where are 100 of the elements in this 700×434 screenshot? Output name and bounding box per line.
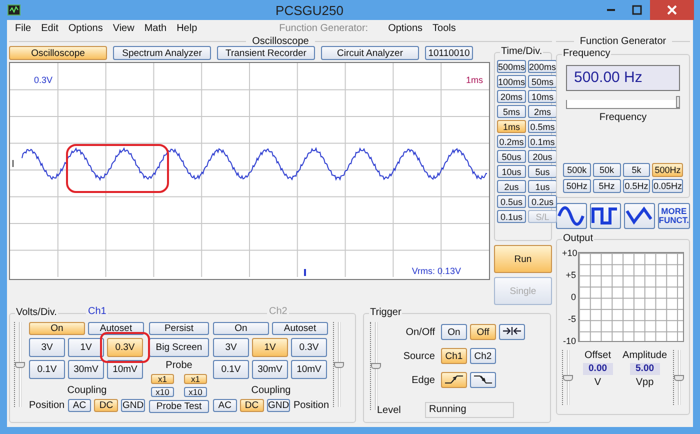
tab[interactable]: Circuit Analyzer xyxy=(321,46,419,60)
tab[interactable]: Oscilloscope xyxy=(9,46,107,60)
range-button[interactable]: 0.3V xyxy=(291,338,327,357)
menu-item[interactable]: Options xyxy=(63,22,108,34)
coupling-button[interactable]: GND xyxy=(266,399,290,412)
range-button[interactable]: 50k xyxy=(592,163,621,177)
time-button[interactable]: 5us xyxy=(528,165,558,178)
range-button[interactable]: 10mV xyxy=(291,360,327,379)
time-button[interactable]: 0.2us xyxy=(528,195,558,208)
edge-button[interactable] xyxy=(441,372,467,388)
coupling-button[interactable]: AC xyxy=(213,399,237,412)
probe-test-button[interactable]: Probe Test xyxy=(149,400,209,413)
range-button[interactable]: 0.3V xyxy=(107,338,143,357)
value-field[interactable]: 5.00 xyxy=(630,363,660,375)
time-button[interactable]: 50ms xyxy=(528,75,558,88)
range-button[interactable]: 0.5Hz xyxy=(622,179,650,193)
time-readout: 1ms xyxy=(466,75,483,85)
menu-item[interactable]: Options xyxy=(383,22,428,34)
time-button[interactable]: 20us xyxy=(528,150,558,163)
time-button[interactable]: 10ms xyxy=(528,90,558,103)
time-button[interactable]: 10us xyxy=(497,165,526,178)
menu-item[interactable]: Help xyxy=(172,22,202,34)
time-button[interactable]: 0.1ms xyxy=(528,135,558,148)
slider-thumb[interactable] xyxy=(674,374,684,380)
range-button[interactable]: 1V xyxy=(252,338,288,357)
menu-item[interactable]: File xyxy=(10,22,36,34)
time-button[interactable]: 100ms xyxy=(497,75,526,88)
slider-thumb[interactable] xyxy=(15,362,25,368)
button[interactable]: On xyxy=(213,322,269,335)
persist-button[interactable]: Persist xyxy=(149,322,209,335)
center-button[interactable] xyxy=(499,324,525,340)
range-button[interactable]: 30mV xyxy=(68,360,104,379)
app-icon xyxy=(7,3,21,17)
probe-button[interactable]: x1 xyxy=(184,374,207,384)
button[interactable]: On xyxy=(29,322,85,335)
trigger-position-marker[interactable] xyxy=(304,269,306,276)
time-button[interactable]: 0.5ms xyxy=(528,120,558,133)
run-button[interactable]: Run xyxy=(494,245,552,273)
menu-item[interactable]: Math xyxy=(139,22,172,34)
edge-button[interactable] xyxy=(470,372,496,388)
time-button[interactable]: 0.1us xyxy=(497,210,526,223)
menu-item[interactable]: View xyxy=(108,22,140,34)
slider-thumb[interactable] xyxy=(334,362,344,368)
window-title: PCSGU250 xyxy=(274,2,344,18)
menu-item[interactable]: Tools xyxy=(428,22,461,34)
range-button[interactable]: 0.1V xyxy=(213,360,249,379)
slider-thumb[interactable] xyxy=(371,363,381,369)
close-button[interactable] xyxy=(650,0,694,20)
range-button[interactable]: 5k xyxy=(622,163,650,177)
coupling-button[interactable]: AC xyxy=(68,399,92,412)
time-button[interactable]: 0.2ms xyxy=(497,135,526,148)
tab[interactable]: Transient Recorder xyxy=(217,46,315,60)
range-button[interactable]: 3V xyxy=(213,338,249,357)
range-button[interactable]: 1V xyxy=(68,338,104,357)
section-title: Function Generator xyxy=(578,36,668,46)
range-button[interactable]: 3V xyxy=(29,338,65,357)
menu-item[interactable]: Edit xyxy=(36,22,64,34)
time-button[interactable]: 1ms xyxy=(497,120,526,133)
time-button[interactable]: 1us xyxy=(528,180,558,193)
tab[interactable]: 10110010 xyxy=(425,46,473,60)
waveform-button[interactable] xyxy=(624,203,655,229)
range-button[interactable]: 30mV xyxy=(252,360,288,379)
waveform-button[interactable] xyxy=(556,203,587,229)
toggle-button[interactable]: On xyxy=(441,324,467,340)
time-button[interactable]: 5ms xyxy=(497,105,526,118)
coupling-button[interactable]: DC xyxy=(240,399,264,412)
autoset-button[interactable]: Autoset xyxy=(272,322,328,335)
time-button[interactable]: 2ms xyxy=(528,105,558,118)
toggle-button[interactable]: Off xyxy=(470,324,496,340)
range-button[interactable]: 500Hz xyxy=(652,163,683,177)
time-button[interactable]: 50us xyxy=(497,150,526,163)
time-button[interactable]: 0.5us xyxy=(497,195,526,208)
probe-button[interactable]: x10 xyxy=(184,387,207,397)
time-button[interactable]: 20ms xyxy=(497,90,526,103)
coupling-button[interactable]: DC xyxy=(94,399,118,412)
coupling-button[interactable]: GND xyxy=(121,399,145,412)
range-button[interactable]: 0.1V xyxy=(29,360,65,379)
time-button[interactable]: 500ms xyxy=(497,60,526,73)
unit-label: Vpp xyxy=(636,377,654,388)
time-button[interactable]: 2us xyxy=(497,180,526,193)
minimize-icon xyxy=(607,9,615,11)
field-label: On/Off xyxy=(404,326,435,338)
range-button[interactable]: 50Hz xyxy=(563,179,591,193)
source-button[interactable]: Ch2 xyxy=(470,348,496,364)
slider-thumb[interactable] xyxy=(676,96,680,108)
range-button[interactable]: 5Hz xyxy=(592,179,621,193)
probe-button[interactable]: x10 xyxy=(151,387,174,397)
source-button[interactable]: Ch1 xyxy=(441,348,467,364)
range-button[interactable]: 500k xyxy=(563,163,591,177)
value-field[interactable]: 0.00 xyxy=(582,363,613,375)
time-button[interactable]: 200ms xyxy=(528,60,558,73)
big-screen-button[interactable]: Big Screen xyxy=(149,338,209,357)
more-functions-button[interactable]: MORE FUNCT. xyxy=(658,203,690,229)
tab[interactable]: Spectrum Analyzer xyxy=(113,46,211,60)
slider-thumb[interactable] xyxy=(563,374,573,380)
frequency-display: 500.00 Hz xyxy=(566,65,680,91)
range-button[interactable]: 0.05Hz xyxy=(652,179,683,193)
waveform-button[interactable] xyxy=(590,203,621,229)
trigger-level-marker[interactable] xyxy=(12,160,14,168)
probe-button[interactable]: x1 xyxy=(151,374,174,384)
